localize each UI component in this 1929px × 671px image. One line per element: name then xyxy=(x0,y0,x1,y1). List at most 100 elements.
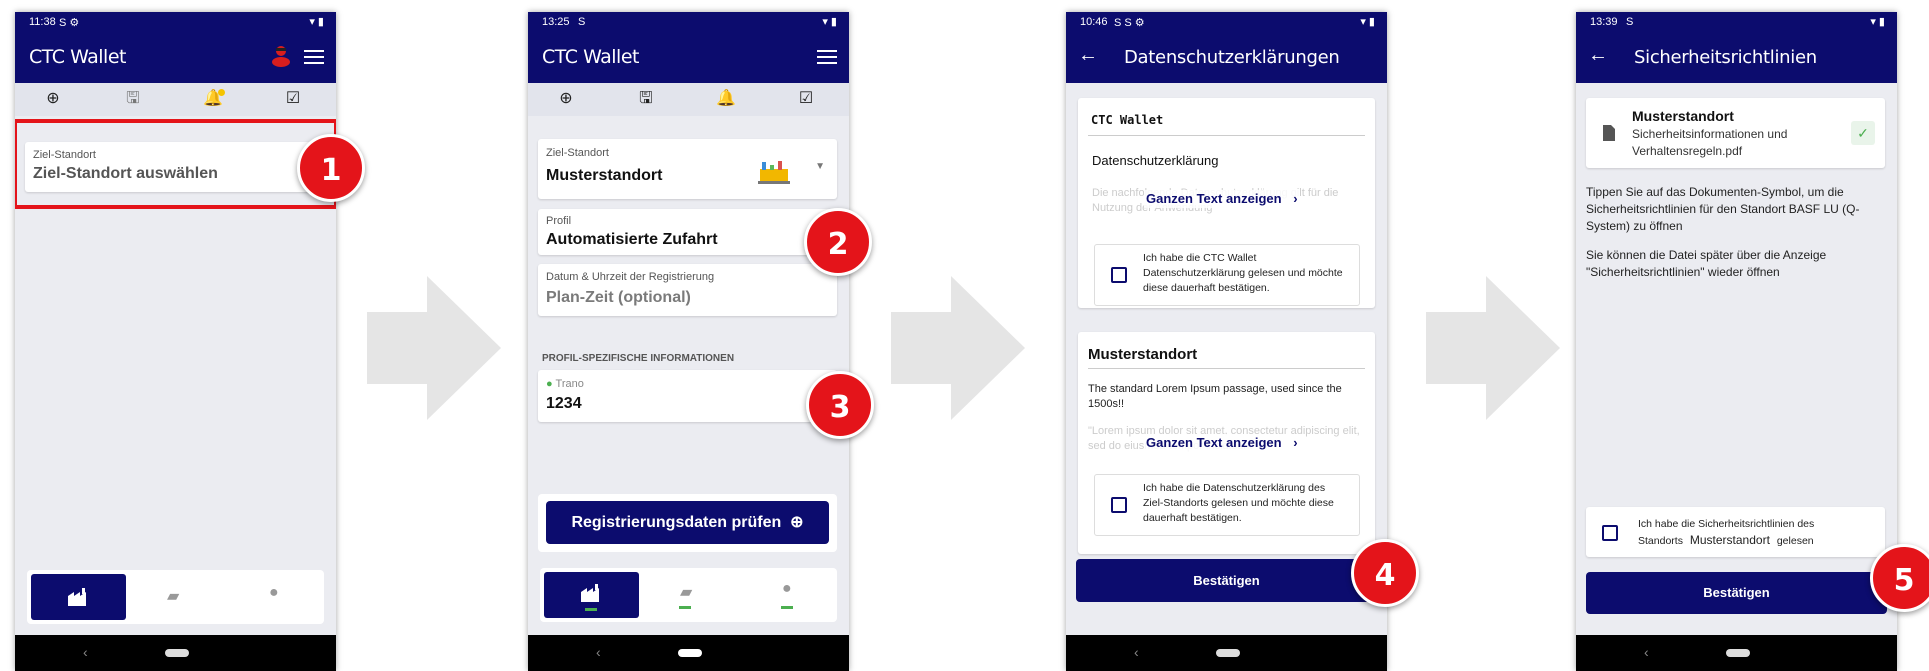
consent-text-b: Standorts xyxy=(1638,535,1683,547)
button-label: Registrierungsdaten prüfen xyxy=(571,514,782,531)
system-back-icon[interactable]: ‹ xyxy=(1644,644,1649,660)
confirm-button[interactable]: Bestätigen xyxy=(1586,572,1887,614)
field-label: Profil xyxy=(546,215,572,227)
confirm-button[interactable]: Bestätigen xyxy=(1076,559,1377,602)
toolbar: ⊕ 🖫 🔔 ☑ xyxy=(528,83,849,116)
back-arrow-icon[interactable]: ← xyxy=(1078,44,1098,67)
save-icon[interactable]: 🖫 xyxy=(123,89,143,109)
consent-box: Ich habe die Datenschutzerklärung des Zi… xyxy=(1094,474,1360,536)
wifi-battery-icon: ▾ ▮ xyxy=(1360,16,1375,28)
field-value: Plan-Zeit (optional) xyxy=(546,289,691,306)
app-bar: CTC Wallet xyxy=(15,32,336,83)
phone-screen-4: 13:39 S ▾ ▮ ← Sicherheitsrichtlinien Mus… xyxy=(1576,12,1897,671)
wifi-battery-icon: ▾ ▮ xyxy=(1870,16,1885,28)
step-badge-5: 5 xyxy=(1870,544,1929,612)
person-icon[interactable]: ● xyxy=(782,580,792,598)
add-circle-icon[interactable]: ⊕ xyxy=(556,89,576,109)
bell-icon[interactable]: 🔔 xyxy=(716,89,736,109)
document-icon[interactable] xyxy=(1602,124,1616,142)
link-label: Ganzen Text anzeigen xyxy=(1146,191,1282,206)
divider xyxy=(1088,368,1365,369)
save-icon[interactable]: 🖫 xyxy=(636,89,656,109)
show-full-text-link[interactable]: Ganzen Text anzeigen › xyxy=(1144,190,1300,208)
truck-icon[interactable]: ▰ xyxy=(167,586,179,606)
menu-icon[interactable] xyxy=(304,50,324,66)
primary-button-wrap: Registrierungsdaten prüfen ⊕ xyxy=(538,494,837,552)
field-label: Datum & Uhrzeit der Registrierung xyxy=(546,271,715,283)
status-indicator xyxy=(781,606,793,609)
step-badge-1: 1 xyxy=(297,134,365,202)
consent-checkbox[interactable] xyxy=(1602,525,1618,541)
trano-field[interactable]: ● Trano 1234 xyxy=(538,370,837,422)
link-label: Ganzen Text anzeigen xyxy=(1146,435,1282,450)
consent-checkbox[interactable] xyxy=(1111,267,1127,283)
truck-icon[interactable]: ▰ xyxy=(680,582,692,602)
app-bar: ← Sicherheitsrichtlinien xyxy=(1576,32,1897,83)
dropdown-icon[interactable]: ▼ xyxy=(815,161,825,172)
status-indicator xyxy=(585,608,597,611)
consent-text: Ich habe die Sicherheitsrichtlinien des … xyxy=(1638,516,1878,549)
checklist-icon[interactable]: ☑ xyxy=(796,89,816,109)
flow-arrow-3 xyxy=(1426,276,1560,420)
system-home-icon[interactable] xyxy=(1726,649,1750,657)
consent-card: Ich habe die Sicherheitsrichtlinien des … xyxy=(1586,507,1885,557)
field-value: Musterstandort xyxy=(546,167,663,184)
phone-screen-1: 11:38 S ⚙ ▾ ▮ CTC Wallet ⊕ 🖫 🔔 ☑ Ziel-St… xyxy=(15,12,336,671)
person-icon[interactable]: ● xyxy=(269,584,279,602)
privacy-card-app: CTC Wallet Datenschutzerklärung Die nach… xyxy=(1078,98,1375,308)
app-title: CTC Wallet xyxy=(29,46,126,68)
profile-field[interactable]: Profil Automatisierte Zufahrt xyxy=(538,209,837,255)
field-label: Ziel-Standort xyxy=(33,149,96,161)
toolbar: ⊕ 🖫 🔔 ☑ xyxy=(15,83,336,116)
step-badge-4: 4 xyxy=(1351,539,1419,607)
info-text-1: Tippen Sie auf das Dokumenten-Symbol, um… xyxy=(1586,185,1860,233)
step-badge-2: 2 xyxy=(804,208,872,276)
back-arrow-icon[interactable]: ← xyxy=(1588,44,1608,67)
nav-item-site[interactable] xyxy=(544,572,639,618)
section-header: PROFIL-SPEZIFISCHE INFORMATIONEN xyxy=(542,353,735,364)
target-site-field[interactable]: Ziel-Standort Ziel-Standort auswählen xyxy=(25,142,312,192)
system-nav-bar: ‹ xyxy=(15,635,336,671)
add-circle-icon[interactable]: ⊕ xyxy=(43,89,63,109)
check-registration-button[interactable]: Registrierungsdaten prüfen ⊕ xyxy=(546,501,829,544)
card-heading: Musterstandort xyxy=(1088,346,1198,363)
system-back-icon[interactable]: ‹ xyxy=(83,644,88,660)
status-icons: S S ⚙ xyxy=(1114,17,1145,29)
system-home-icon[interactable] xyxy=(1216,649,1240,657)
consent-checkbox[interactable] xyxy=(1111,497,1127,513)
site-logo-icon xyxy=(758,161,790,184)
status-time: 10:46 xyxy=(1080,16,1108,28)
app-name: CTC Wallet xyxy=(1091,113,1164,127)
status-time: 11:38 xyxy=(29,16,56,28)
app-bar: ← Datenschutzerklärungen xyxy=(1066,32,1387,83)
show-full-text-link[interactable]: Ganzen Text anzeigen › xyxy=(1144,434,1300,452)
card-body: The standard Lorem Ipsum passage, used s… xyxy=(1088,383,1342,410)
factory-icon xyxy=(68,588,86,606)
trano-label: Trano xyxy=(555,378,584,390)
page-title: Datenschutzerklärungen xyxy=(1124,47,1340,68)
avatar-icon[interactable] xyxy=(270,44,292,68)
datetime-field[interactable]: Datum & Uhrzeit der Registrierung Plan-Z… xyxy=(538,264,837,316)
system-home-icon[interactable] xyxy=(678,649,702,657)
chevron-right-icon: › xyxy=(1286,435,1298,450)
bottom-nav: ▰ ● xyxy=(27,570,324,624)
document-card[interactable]: Musterstandort Sicherheitsinformationen … xyxy=(1586,98,1885,168)
document-filename: Sicherheitsinformationen und Verhaltensr… xyxy=(1632,127,1788,158)
consent-box: Ich habe die CTC Wallet Datenschutzerklä… xyxy=(1094,244,1360,306)
app-title: CTC Wallet xyxy=(542,46,639,68)
target-site-field[interactable]: Ziel-Standort Musterstandort ▼ xyxy=(538,139,837,199)
phone-screen-3: 10:46 S S ⚙ ▾ ▮ ← Datenschutzerklärungen… xyxy=(1066,12,1387,671)
nav-item-site[interactable] xyxy=(31,574,126,620)
system-back-icon[interactable]: ‹ xyxy=(1134,644,1139,660)
flow-arrow-1 xyxy=(367,276,501,420)
checklist-icon[interactable]: ☑ xyxy=(283,89,303,109)
notification-dot xyxy=(218,89,225,96)
consent-text: Ich habe die Datenschutzerklärung des Zi… xyxy=(1143,482,1334,524)
menu-icon[interactable] xyxy=(817,50,837,66)
phone-screen-2: 13:25 S ▾ ▮ CTC Wallet ⊕ 🖫 🔔 ☑ Ziel-Stan… xyxy=(528,12,849,671)
system-back-icon[interactable]: ‹ xyxy=(596,644,601,660)
system-home-icon[interactable] xyxy=(165,649,189,657)
privacy-card-site: Musterstandort The standard Lorem Ipsum … xyxy=(1078,332,1375,554)
flow-arrow-2 xyxy=(891,276,1025,420)
status-bar: 13:39 S ▾ ▮ xyxy=(1576,12,1897,32)
